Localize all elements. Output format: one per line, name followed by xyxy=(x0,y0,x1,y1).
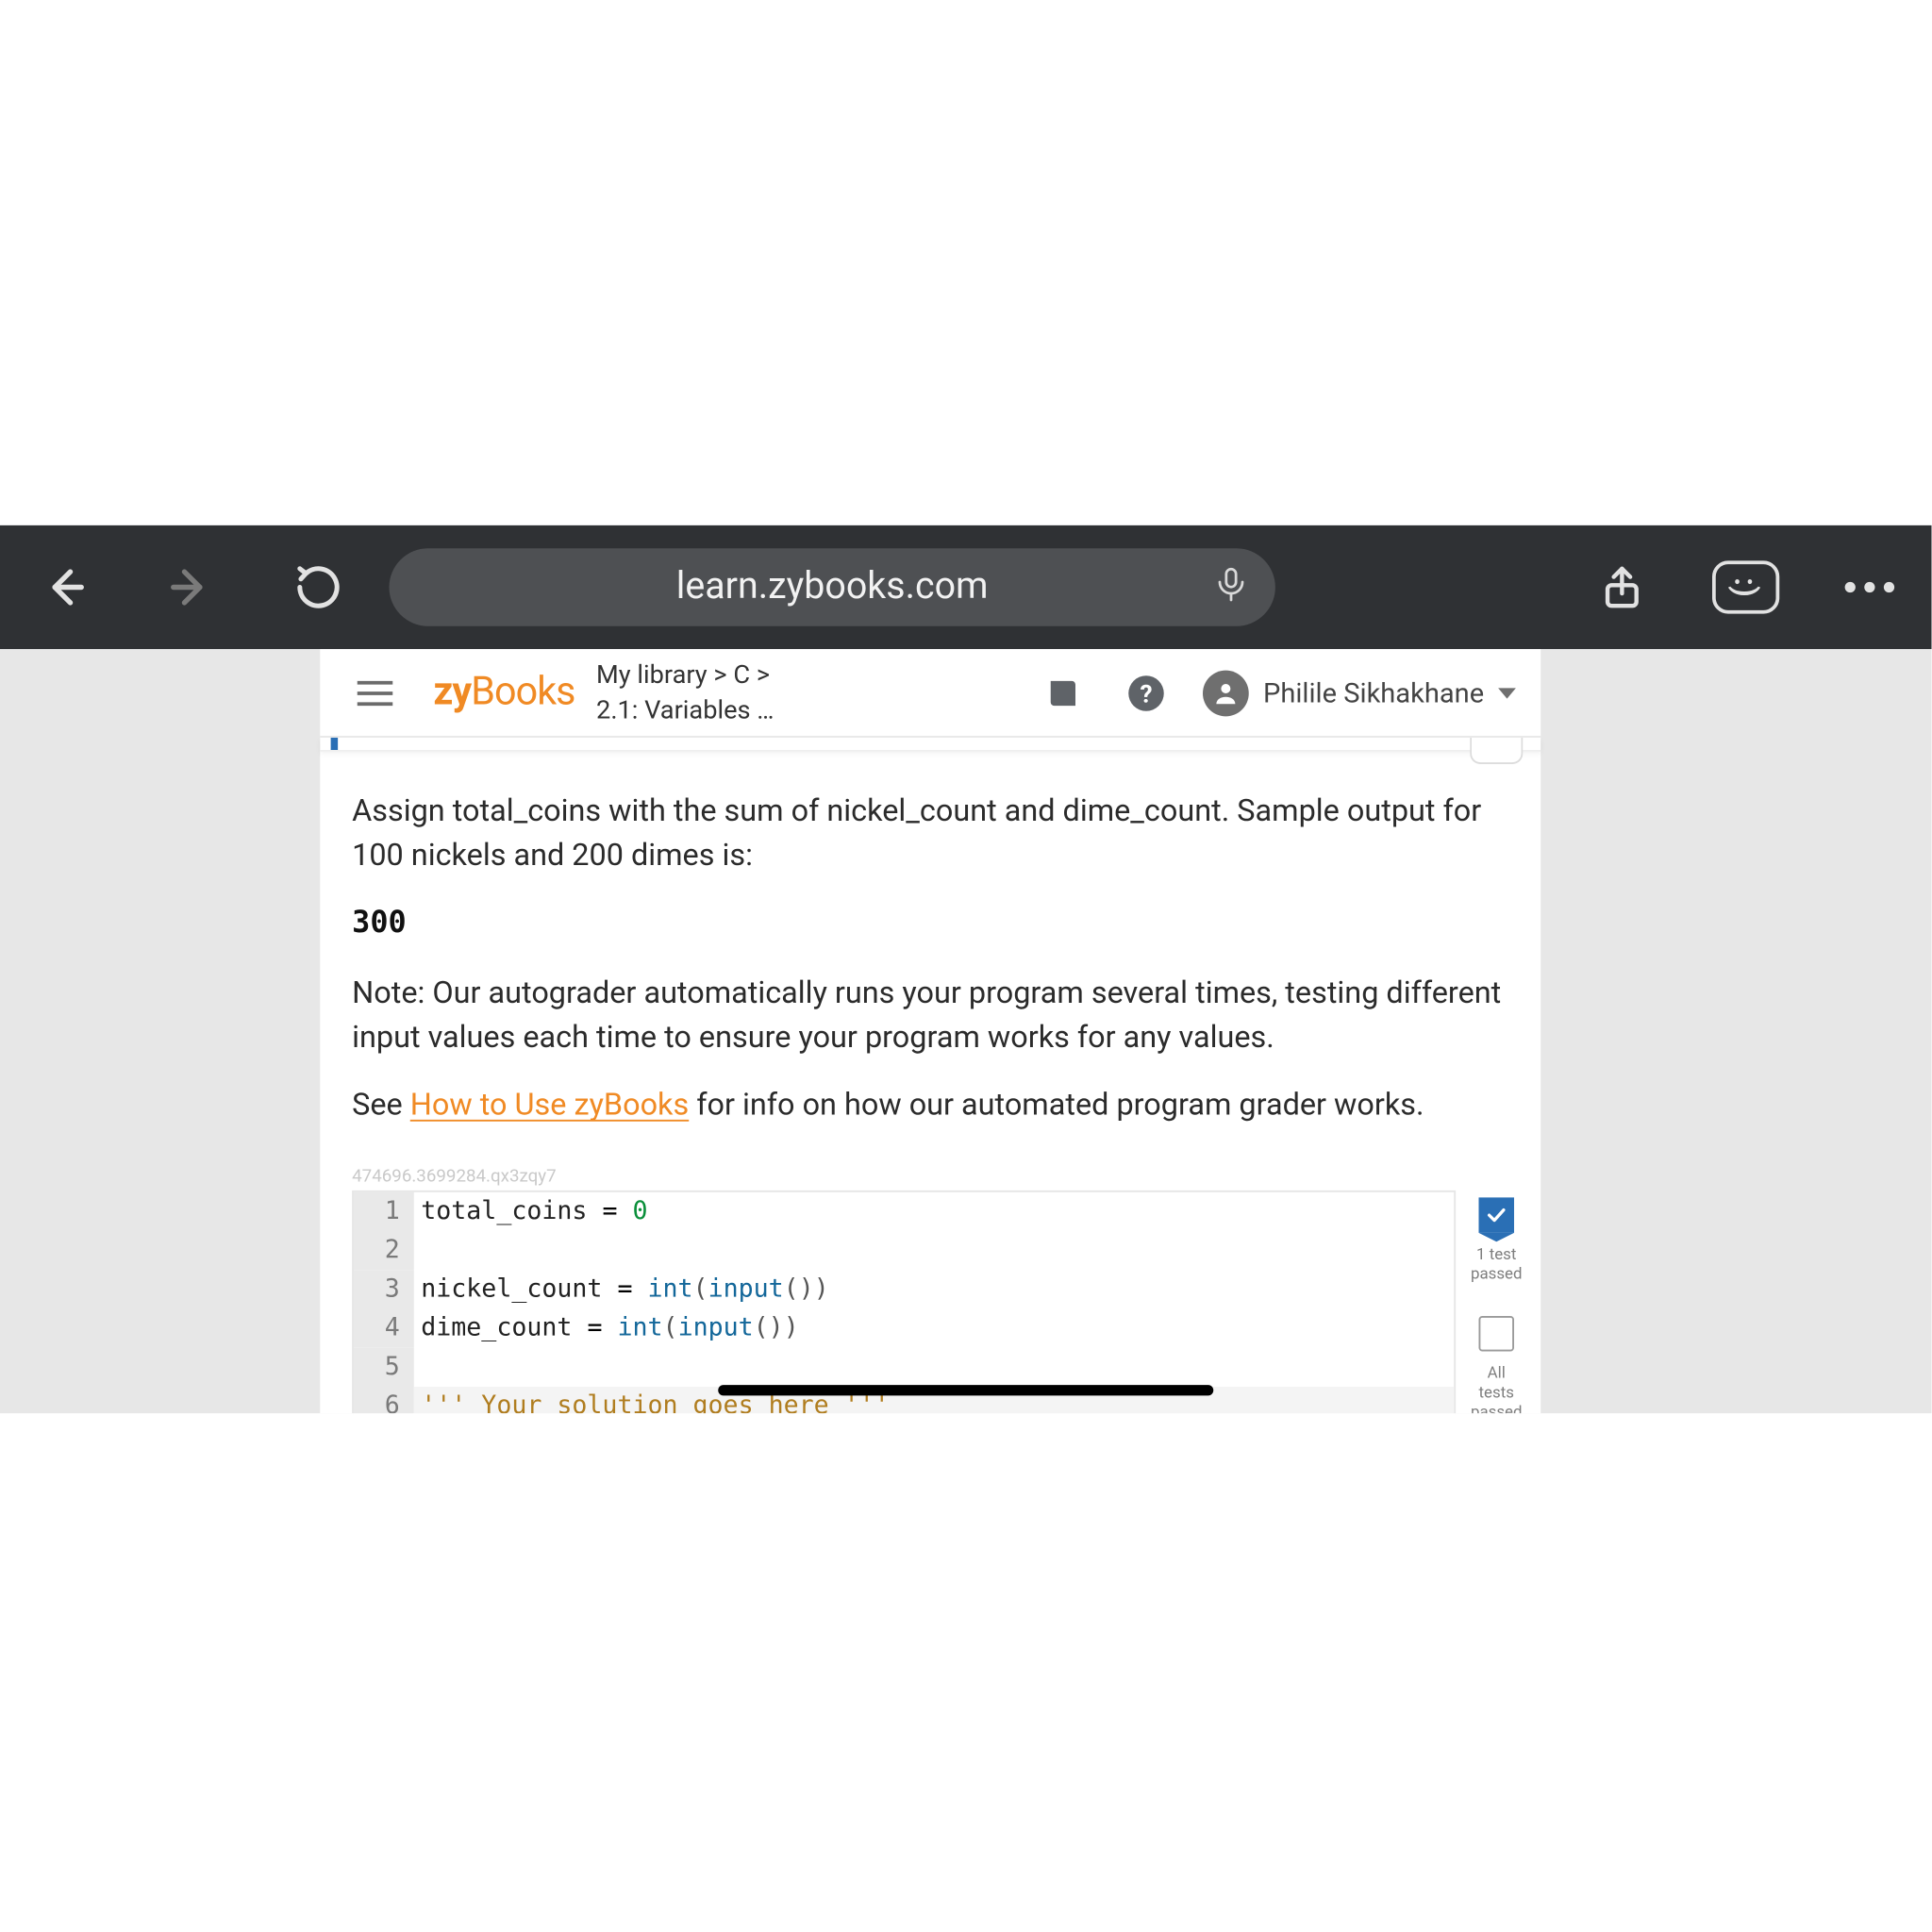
p3-pre: See xyxy=(352,1089,410,1124)
watermark-id: 474696.3699284.qx3zqy7 xyxy=(320,1160,1541,1187)
code-line[interactable]: 5 xyxy=(354,1347,1454,1386)
line-number: 4 xyxy=(354,1308,414,1347)
p3-post: for info on how our automated program gr… xyxy=(689,1089,1424,1124)
code-text[interactable] xyxy=(414,1231,1455,1270)
avatar-icon xyxy=(1203,670,1249,716)
breadcrumb-line1: My library > C > xyxy=(596,658,774,692)
user-name: Philile Sikhakhane xyxy=(1263,676,1484,708)
breadcrumb-line2: 2.1: Variables … xyxy=(596,692,774,727)
problem-paragraph-3: See How to Use zyBooks for info on how o… xyxy=(352,1085,1508,1128)
all-tests-label: All tests passed xyxy=(1470,1366,1523,1413)
svg-text:?: ? xyxy=(1141,679,1153,708)
url-text: learn.zybooks.com xyxy=(676,566,989,608)
share-button[interactable] xyxy=(1560,562,1684,612)
problem-paragraph-1: Assign total_coins with the sum of nicke… xyxy=(352,791,1508,877)
line-number: 5 xyxy=(354,1347,414,1386)
all-tests-passed-badge xyxy=(1479,1317,1515,1353)
one-test-passed-badge xyxy=(1479,1197,1515,1233)
code-text[interactable]: total_coins = 0 xyxy=(414,1191,1455,1230)
tabs-button[interactable]: :) xyxy=(1684,554,1807,621)
sample-output: 300 xyxy=(352,902,1508,944)
one-test-label: 1 test passed xyxy=(1470,1247,1523,1285)
breadcrumb[interactable]: My library > C > 2.1: Variables … xyxy=(596,658,774,726)
content-area: Assign total_coins with the sum of nicke… xyxy=(320,738,1541,1413)
problem-description: Assign total_coins with the sum of nicke… xyxy=(320,752,1541,1160)
user-menu[interactable]: Philile Sikhakhane xyxy=(1203,670,1516,716)
test-badges: 1 test passed All tests passed xyxy=(1470,1191,1541,1414)
line-number: 3 xyxy=(354,1270,414,1308)
library-icon[interactable] xyxy=(1041,668,1091,718)
line-number: 6 xyxy=(354,1387,414,1413)
zybooks-app: zyBooks My library > C > 2.1: Variables … xyxy=(320,649,1541,1413)
app-header: zyBooks My library > C > 2.1: Variables … xyxy=(320,649,1541,738)
mic-icon[interactable] xyxy=(1211,564,1250,610)
code-line[interactable]: 3nickel_count = int(input()) xyxy=(354,1270,1454,1308)
code-text[interactable]: nickel_count = int(input()) xyxy=(414,1270,1455,1308)
code-line[interactable]: 1total_coins = 0 xyxy=(354,1191,1454,1230)
overflow-menu-button[interactable] xyxy=(1807,582,1931,592)
logo-books: Books xyxy=(471,671,575,715)
code-text[interactable] xyxy=(414,1347,1455,1386)
line-number: 2 xyxy=(354,1231,414,1270)
forward-button[interactable] xyxy=(127,560,255,613)
code-editor[interactable]: 1total_coins = 023nickel_count = int(inp… xyxy=(352,1191,1456,1414)
line-number: 1 xyxy=(354,1191,414,1230)
tab-bar-fragment xyxy=(320,738,1541,752)
browser-toolbar: learn.zybooks.com :) xyxy=(0,525,1932,649)
page-background: zyBooks My library > C > 2.1: Variables … xyxy=(0,649,1932,1413)
help-icon[interactable]: ? xyxy=(1122,668,1172,718)
problem-paragraph-2: Note: Our autograder automatically runs … xyxy=(352,974,1508,1060)
zybooks-logo[interactable]: zyBooks xyxy=(433,671,575,715)
chevron-down-icon xyxy=(1498,687,1516,697)
home-indicator xyxy=(718,1385,1213,1395)
reload-button[interactable] xyxy=(255,562,382,612)
how-to-use-link[interactable]: How to Use zyBooks xyxy=(410,1089,689,1124)
address-bar[interactable]: learn.zybooks.com xyxy=(390,548,1275,626)
code-line[interactable]: 2 xyxy=(354,1231,1454,1270)
code-text[interactable]: dime_count = int(input()) xyxy=(414,1308,1455,1347)
code-line[interactable]: 4dime_count = int(input()) xyxy=(354,1308,1454,1347)
logo-zy: zy xyxy=(433,671,471,715)
hamburger-menu-button[interactable] xyxy=(345,680,406,705)
back-button[interactable] xyxy=(0,560,127,613)
